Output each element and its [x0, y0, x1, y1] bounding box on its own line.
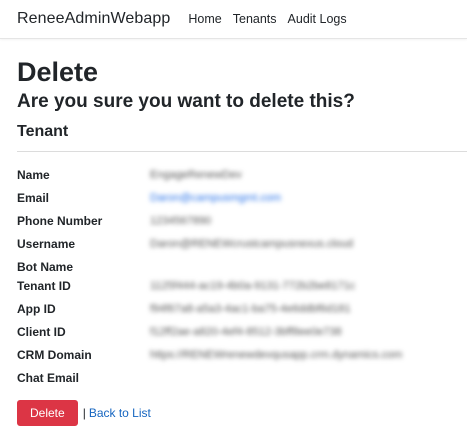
- detail-row-chat-email: Chat Email: [17, 367, 467, 390]
- top-navbar: ReneeAdminWebapp Home Tenants Audit Logs: [0, 0, 467, 39]
- detail-row-crm-domain: CRM Domain https://RENEWrenewdevqusapp.c…: [17, 344, 467, 367]
- detail-label: Chat Email: [17, 371, 80, 385]
- detail-row-phone: Phone Number 1234567890: [17, 210, 467, 233]
- detail-label: Phone Number: [17, 214, 103, 228]
- detail-row-name: Name EngageRenewDev: [17, 164, 467, 187]
- detail-label: CRM Domain: [17, 348, 92, 362]
- detail-row-app-id: App ID f94f67a8-a5a3-4ac1-ba75-4e6ddbf6d…: [17, 298, 467, 321]
- detail-label: Bot Name: [17, 260, 74, 274]
- detail-label: Username: [17, 237, 76, 251]
- detail-label: App ID: [17, 302, 56, 316]
- main-content: Delete Are you sure you want to delete t…: [0, 57, 467, 426]
- divider: [17, 151, 467, 152]
- tenant-details: Name EngageRenewDev Email Daron@campusmg…: [17, 164, 467, 390]
- detail-value-tenant-id: 1125f444-ac19-4b0a-9131-772b2be8171c: [150, 280, 356, 292]
- detail-value-crm-domain: https://RENEWrenewdevqusapp.crm.dynamics…: [150, 349, 403, 361]
- detail-row-bot-name: Bot Name: [17, 256, 467, 275]
- confirm-question: Are you sure you want to delete this?: [17, 91, 355, 112]
- nav-tenants[interactable]: Tenants: [233, 12, 277, 26]
- back-to-list-link[interactable]: Back to List: [89, 406, 151, 420]
- detail-value-app-id: f94f67a8-a5a3-4ac1-ba75-4e6ddbf6d181: [150, 303, 351, 315]
- detail-label: Name: [17, 168, 50, 182]
- detail-label: Tenant ID: [17, 279, 71, 293]
- detail-value-username: Daron@RENEWcrustcampusnexus.cloud: [150, 238, 354, 250]
- detail-label: Email: [17, 191, 50, 205]
- page-title: Delete: [17, 57, 99, 87]
- brand-link[interactable]: ReneeAdminWebapp: [17, 10, 170, 28]
- detail-row-email: Email Daron@campusmgmt.com: [17, 187, 467, 210]
- detail-value-email[interactable]: Daron@campusmgmt.com: [150, 187, 281, 206]
- nav-home[interactable]: Home: [188, 12, 221, 26]
- detail-value-name: EngageRenewDev: [150, 169, 242, 181]
- detail-row-tenant-id: Tenant ID 1125f444-ac19-4b0a-9131-772b2b…: [17, 275, 467, 298]
- form-actions: Delete | Back to List: [17, 400, 467, 426]
- detail-row-client-id: Client ID f12ff2ae-a820-4ef4-8512-3bff8e…: [17, 321, 467, 344]
- separator: |: [82, 406, 86, 420]
- delete-button[interactable]: Delete: [17, 400, 78, 426]
- detail-row-username: Username Daron@RENEWcrustcampusnexus.clo…: [17, 233, 467, 256]
- entity-heading: Tenant: [17, 123, 69, 140]
- detail-label: Client ID: [17, 325, 66, 339]
- detail-value-phone: 1234567890: [150, 215, 212, 227]
- detail-value-client-id: f12ff2ae-a820-4ef4-8512-3bff8ee0e738: [150, 326, 342, 338]
- nav-audit-logs[interactable]: Audit Logs: [288, 12, 347, 26]
